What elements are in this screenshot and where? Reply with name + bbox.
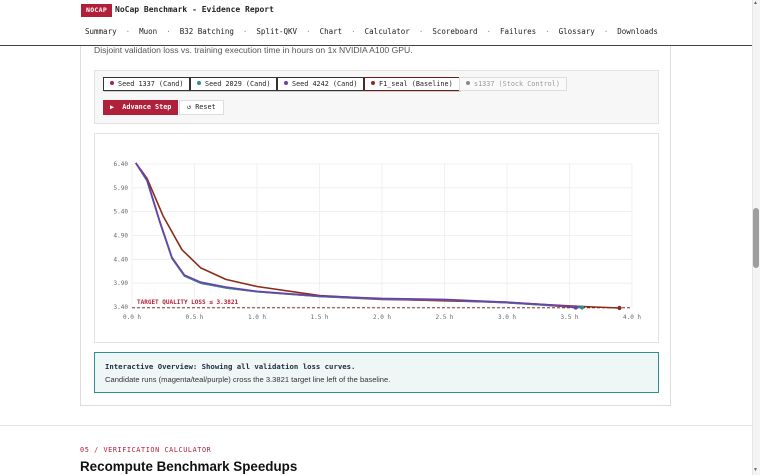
nav-downloads[interactable]: Downloads (617, 27, 658, 36)
nav-scoreboard[interactable]: Scoreboard (432, 27, 477, 36)
x-tick-label: 0.5 h (185, 314, 203, 321)
toggle-f1-seal-baseline[interactable]: F1_seal (Baseline) (364, 77, 460, 91)
reset-label: Reset (195, 103, 216, 111)
nav-chart[interactable]: Chart (320, 27, 343, 36)
nav-calculator[interactable]: Calculator (365, 27, 410, 36)
series-endpoint-marker (579, 305, 585, 310)
nav-muon[interactable]: Muon (139, 27, 157, 36)
series-color-dot-icon (371, 81, 375, 85)
toggle-seed-2029[interactable]: Seed 2029 (Cand) (190, 77, 278, 91)
series-endpoint-marker (573, 305, 578, 310)
x-tick-label: 4.0 h (623, 314, 641, 321)
advance-step-button[interactable]: ▶ Advance Step (103, 100, 179, 115)
loss-chart-container: 0.0 h 0.5 h 1.0 h 1.5 h 2.0 h 2.5 h 3.0 h 3.5 h… (94, 133, 659, 343)
nav-separator: · (351, 27, 356, 36)
y-tick-label: 5.90 (114, 185, 129, 192)
nav-split-qkv[interactable]: Split-QKV (256, 27, 297, 36)
section-divider (0, 425, 752, 426)
top-navigation-bar: NOCAP NoCap Benchmark - Evidence Report … (0, 0, 752, 46)
toggle-label: s1337 (Stock Control) (474, 80, 560, 88)
y-tick-label: 4.90 (114, 233, 129, 240)
series-endpoint-marker (617, 305, 622, 311)
play-icon: ▶ (110, 103, 115, 111)
overview-text: Candidate runs (magenta/teal/purple) cro… (105, 375, 391, 384)
toggle-label: F1_seal (Baseline) (379, 80, 453, 88)
brand-badge: NOCAP (81, 4, 113, 17)
scroll-up-arrow-icon[interactable]: ▲ (753, 0, 758, 6)
x-tick-label: 0.0 h (123, 314, 141, 321)
section-title: Recompute Benchmark Speedups (80, 459, 298, 474)
y-tick-label: 4.40 (114, 256, 129, 263)
nav-separator: · (306, 27, 311, 36)
interactive-overview-callout (94, 352, 659, 393)
toggle-label: Seed 1337 (Cand) (118, 80, 184, 88)
section-label: 05 / VERIFICATION CALCULATOR (80, 446, 212, 454)
x-tick-label: 2.5 h (435, 314, 453, 321)
toggle-seed-4242[interactable]: Seed 4242 (Cand) (277, 77, 365, 91)
nav-separator: · (486, 27, 491, 36)
x-tick-label: 1.0 h (248, 314, 266, 321)
nav-separator: · (166, 27, 171, 36)
scroll-down-arrow-icon[interactable]: ▼ (753, 467, 758, 473)
x-tick-label: 1.5 h (310, 314, 328, 321)
x-tick-label: 3.0 h (498, 314, 516, 321)
y-tick-label: 6.40 (114, 161, 129, 168)
nav-separator: · (545, 27, 550, 36)
nav-separator: · (418, 27, 424, 36)
series-color-dot-icon (197, 81, 201, 85)
y-tick-label: 5.40 (114, 209, 129, 216)
nav-glossary[interactable]: Glossary (559, 27, 595, 36)
reset-button[interactable]: ↺ Reset (179, 100, 224, 115)
series-color-dot-icon (466, 81, 470, 85)
nav-separator: · (125, 27, 131, 36)
advance-step-label: Advance Step (122, 103, 172, 111)
toggle-label: Seed 2029 (Cand) (205, 80, 271, 88)
overview-title: Interactive Overview: Showing all valida… (105, 362, 356, 371)
section-nav: Summary · Muon · B32 Batching · Split-QK… (85, 27, 658, 36)
series-color-dot-icon (110, 81, 114, 85)
x-tick-label: 2.0 h (373, 314, 391, 321)
toggle-seed-1337[interactable]: Seed 1337 (Cand) (103, 77, 191, 91)
toggle-s1337-stock-control[interactable]: s1337 (Stock Control) (459, 77, 567, 91)
nav-failures[interactable]: Failures (500, 27, 536, 36)
nav-separator: · (242, 27, 248, 36)
scrollbar-thumb[interactable] (753, 208, 759, 268)
nav-summary[interactable]: Summary (85, 27, 117, 36)
series-color-dot-icon (284, 81, 288, 85)
x-tick-label: 3.5 h (560, 314, 578, 321)
y-tick-label: 3.40 (114, 304, 129, 311)
chart-subtitle: Disjoint validation loss vs. training ex… (94, 45, 413, 55)
toggle-label: Seed 4242 (Cand) (292, 80, 358, 88)
loss-curve-chart[interactable]: 0.0 h 0.5 h 1.0 h 1.5 h 2.0 h 2.5 h 3.0 h 3.5 h… (95, 134, 660, 344)
undo-icon: ↺ (187, 103, 192, 111)
report-title: NoCap Benchmark - Evidence Report (115, 5, 274, 14)
target-quality-label: TARGET QUALITY LOSS ≤ 3.3821 (137, 299, 239, 306)
nav-b32-batching[interactable]: B32 Batching (180, 27, 234, 36)
y-tick-label: 3.90 (114, 280, 129, 287)
nav-separator: · (603, 27, 609, 36)
